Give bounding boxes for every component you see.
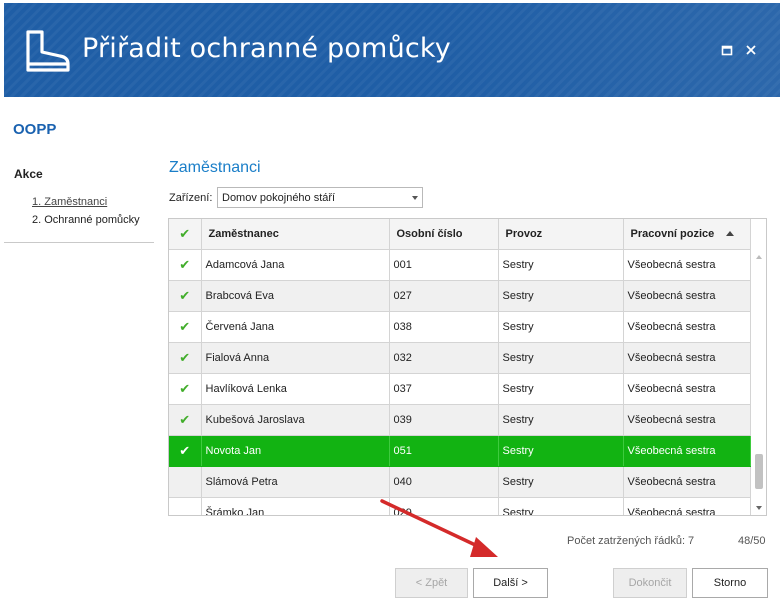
table-row[interactable]: ✔ Fialová Anna 032 Sestry Všeobecná sestra	[169, 342, 751, 374]
select-all-checkbox[interactable]: ✔	[169, 219, 202, 250]
cell-employee: Brabcová Eva	[201, 280, 390, 312]
cell-employee: Šrámko Jan	[201, 497, 390, 515]
sidebar-step-employees[interactable]: 1. Zaměstnanci	[32, 196, 107, 208]
cell-employee: Novota Jan	[201, 435, 390, 467]
cell-personal-number: 039	[389, 404, 499, 436]
table-row[interactable]: Slámová Petra 040 Sestry Všeobecná sestra	[169, 466, 751, 498]
title-bar: Přiřadit ochranné pomůcky	[4, 3, 780, 97]
row-checkbox[interactable]: ✔	[169, 342, 202, 374]
column-header-employee[interactable]: Zaměstnanec	[201, 219, 390, 250]
sidebar-divider	[4, 242, 154, 243]
row-checkbox[interactable]: ✔	[169, 373, 202, 405]
cell-personal-number: 038	[389, 311, 499, 343]
check-icon: ✔	[179, 318, 191, 334]
finish-button[interactable]: Dokončit	[613, 568, 687, 598]
table-row[interactable]: ✔ Adamcová Jana 001 Sestry Všeobecná sestra	[169, 249, 751, 281]
cell-position: Všeobecná sestra	[623, 373, 751, 405]
sidebar-step-protective-equipment: 2. Ochranné pomůcky	[32, 214, 140, 226]
cell-provoz: Sestry	[498, 435, 624, 467]
cell-personal-number: 037	[389, 373, 499, 405]
boot-icon	[26, 30, 70, 72]
employees-grid: ✔ Zaměstnanec Osobní číslo Provoz Pracov…	[168, 218, 767, 516]
cell-personal-number: 029	[389, 497, 499, 515]
check-icon: ✔	[179, 287, 191, 303]
device-select[interactable]: Domov pokojného stáří	[217, 187, 423, 208]
window-title: Přiřadit ochranné pomůcky	[82, 33, 451, 64]
section-title: OOPP	[13, 121, 57, 138]
next-button[interactable]: Další >	[473, 568, 548, 598]
sort-ascending-icon	[726, 231, 735, 237]
column-header-provoz[interactable]: Provoz	[498, 219, 624, 250]
cell-position: Všeobecná sestra	[623, 249, 751, 281]
row-checkbox[interactable]: ✔	[169, 311, 202, 343]
cancel-button[interactable]: Storno	[692, 568, 768, 598]
cell-position: Všeobecná sestra	[623, 404, 751, 436]
cell-provoz: Sestry	[498, 311, 624, 343]
cell-provoz: Sestry	[498, 373, 624, 405]
cell-employee: Červená Jana	[201, 311, 390, 343]
cell-position: Všeobecná sestra	[623, 435, 751, 467]
cell-personal-number: 001	[389, 249, 499, 281]
cell-employee: Slámová Petra	[201, 466, 390, 498]
cell-employee: Fialová Anna	[201, 342, 390, 374]
table-row[interactable]: ✔ Brabcová Eva 027 Sestry Všeobecná sestra	[169, 280, 751, 312]
table-row[interactable]: Šrámko Jan 029 Sestry Všeobecná sestra	[169, 497, 751, 515]
vertical-scrollbar[interactable]	[751, 249, 766, 515]
cell-position: Všeobecná sestra	[623, 280, 751, 312]
check-icon: ✔	[179, 380, 191, 396]
row-checkbox[interactable]	[169, 466, 202, 498]
scrollbar-thumb[interactable]	[755, 454, 763, 489]
cell-provoz: Sestry	[498, 497, 624, 515]
cell-provoz: Sestry	[498, 404, 624, 436]
chevron-down-icon	[412, 196, 418, 200]
row-checkbox[interactable]	[169, 497, 202, 515]
row-checkbox[interactable]: ✔	[169, 280, 202, 312]
cell-employee: Kubešová Jaroslava	[201, 404, 390, 436]
checked-rows-count: Počet zatržených řádků: 7	[567, 535, 695, 547]
device-label: Zařízení:	[169, 192, 213, 204]
cell-employee: Adamcová Jana	[201, 249, 390, 281]
cell-position: Všeobecná sestra	[623, 466, 751, 498]
row-position: 48/50	[738, 535, 766, 547]
cell-employee: Havlíková Lenka	[201, 373, 390, 405]
row-checkbox[interactable]: ✔	[169, 404, 202, 436]
close-icon[interactable]	[744, 43, 758, 57]
cell-personal-number: 040	[389, 466, 499, 498]
cell-position: Všeobecná sestra	[623, 311, 751, 343]
cell-provoz: Sestry	[498, 249, 624, 281]
column-header-personal-number[interactable]: Osobní číslo	[389, 219, 499, 250]
row-checkbox[interactable]: ✔	[169, 249, 202, 281]
check-icon: ✔	[179, 442, 191, 458]
cell-position: Všeobecná sestra	[623, 342, 751, 374]
cell-personal-number: 032	[389, 342, 499, 374]
table-row[interactable]: ✔ Kubešová Jaroslava 039 Sestry Všeobecná se…	[169, 404, 751, 436]
table-row[interactable]: ✔ Novota Jan 051 Sestry Všeobecná sestra	[169, 435, 751, 467]
cell-provoz: Sestry	[498, 466, 624, 498]
scroll-down-icon[interactable]	[756, 506, 762, 510]
check-icon: ✔	[179, 225, 191, 241]
cell-personal-number: 027	[389, 280, 499, 312]
check-icon: ✔	[179, 256, 191, 272]
table-row[interactable]: ✔ Červená Jana 038 Sestry Všeobecná sestra	[169, 311, 751, 343]
sidebar-heading: Akce	[14, 167, 43, 181]
cell-personal-number: 051	[389, 435, 499, 467]
panel-title: Zaměstnanci	[169, 159, 261, 176]
check-icon: ✔	[179, 411, 191, 427]
maximize-icon[interactable]	[720, 43, 734, 57]
table-row[interactable]: ✔ Havlíková Lenka 037 Sestry Všeobecná sestr…	[169, 373, 751, 405]
cell-position: Všeobecná sestra	[623, 497, 751, 515]
check-icon: ✔	[179, 349, 191, 365]
cell-provoz: Sestry	[498, 342, 624, 374]
cell-provoz: Sestry	[498, 280, 624, 312]
row-checkbox[interactable]: ✔	[169, 435, 202, 467]
scroll-up-icon[interactable]	[756, 255, 762, 259]
column-header-position[interactable]: Pracovní pozice	[623, 219, 751, 250]
device-select-value: Domov pokojného stáří	[222, 192, 336, 204]
back-button[interactable]: < Zpět	[395, 568, 468, 598]
